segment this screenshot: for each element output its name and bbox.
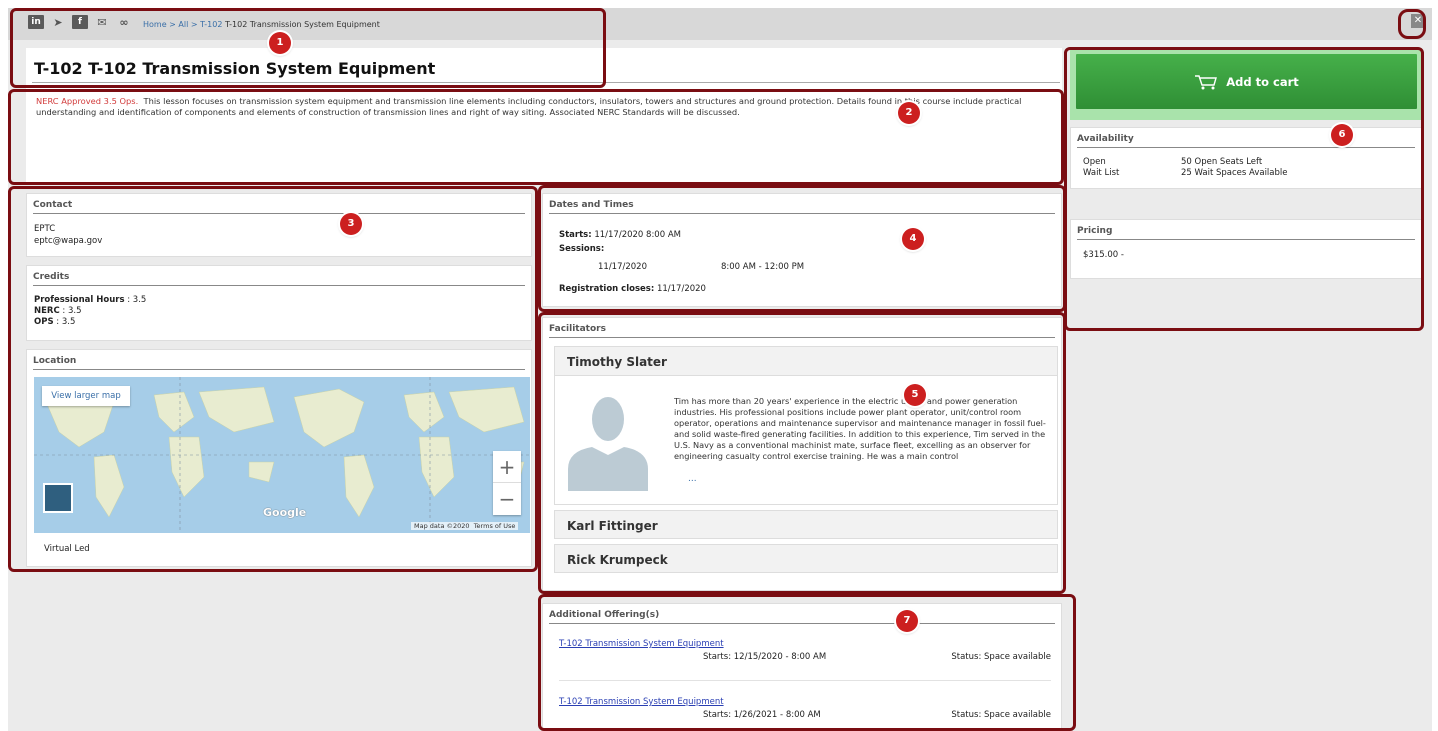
callout-badge: 4	[902, 228, 924, 250]
callout-frame	[8, 186, 538, 572]
callout-frame	[538, 312, 1066, 594]
callout-frame	[10, 8, 606, 88]
callout-badge: 7	[896, 610, 918, 632]
callout-frame	[1064, 47, 1424, 331]
callout-frame	[1398, 9, 1426, 39]
callout-badge: 5	[904, 384, 926, 406]
callout-badge: 6	[1331, 124, 1353, 146]
callout-frame	[538, 594, 1076, 731]
callout-badge: 3	[340, 213, 362, 235]
callout-frame	[538, 185, 1066, 312]
callout-badge: 1	[269, 32, 291, 54]
callout-badge: 2	[898, 102, 920, 124]
